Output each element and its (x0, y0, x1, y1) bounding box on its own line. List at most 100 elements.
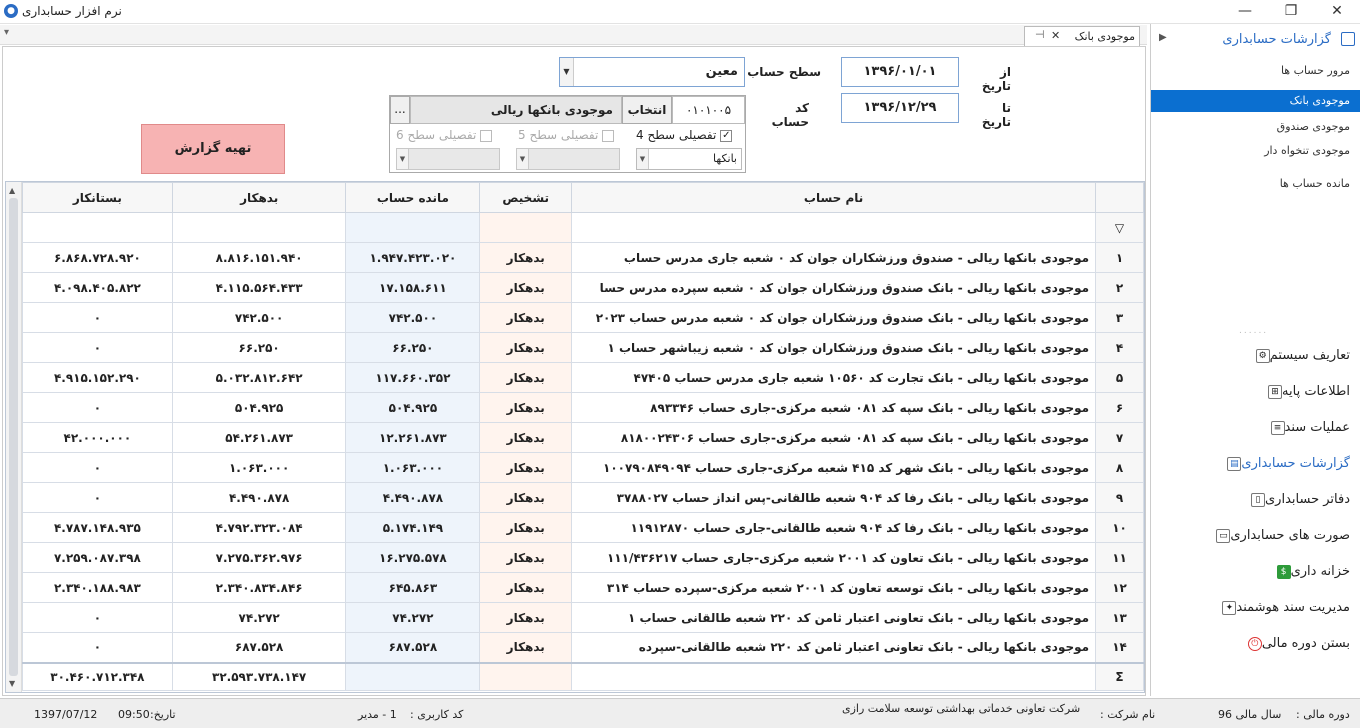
tab-list-dropdown-icon[interactable]: ▾ (4, 27, 9, 38)
sidebar-item-financial-statements[interactable]: صورت های حسابداری▭ (1150, 528, 1350, 552)
checkbox-empty-icon[interactable] (480, 129, 493, 142)
table-row[interactable]: ۷.۲۵۹.۰۸۷.۳۹۸ ۷.۲۷۵.۳۶۲.۹۷۶ ۱۶.۲۷۵.۵۷۸ بدهک… (22, 542, 1144, 573)
sidebar-item-account-remainders[interactable]: مانده حساب ها (1280, 177, 1350, 190)
cell-tashkhis: بدهکار (479, 452, 573, 483)
column-header-credit[interactable]: بستانکار (22, 182, 173, 213)
table-row[interactable]: ۰ ۵۰۴.۹۲۵ ۵۰۴.۹۲۵ بدهکار موجودی بانکها ریالی… (22, 392, 1144, 423)
detail-level-6-checkbox[interactable]: تفصیلی سطح 6 (396, 128, 493, 142)
detail-level-4-select[interactable]: ▼ بانکها (636, 148, 742, 170)
to-date-label: تا تاریخ (981, 101, 1011, 129)
column-header-balance[interactable]: مانده حساب (345, 182, 481, 213)
filter-cell-balance[interactable] (345, 212, 481, 243)
detail-level-4-checkbox[interactable]: ✓تفصیلی سطح 4 (636, 128, 733, 142)
chevron-down-icon[interactable]: ▼ (637, 149, 649, 169)
table-row[interactable]: ۰ ۷۴۲.۵۰۰ ۷۴۲.۵۰۰ بدهکار موجودی بانکها ریالی… (22, 302, 1144, 333)
tab-bank-balance[interactable]: ⊣ ✕ موجودی بانک (1024, 26, 1140, 46)
cell-debit: ۷۴۲.۵۰۰ (171, 302, 347, 333)
cell-index: ۳ (1095, 302, 1144, 333)
filter-cell-debit[interactable] (171, 212, 347, 243)
table-row[interactable]: ۲.۳۴۰.۱۸۸.۹۸۳ ۲.۳۴۰.۸۳۴.۸۴۶ ۶۴۵.۸۶۳ بدهکار م… (22, 572, 1144, 603)
browse-account-button[interactable]: ... (390, 96, 410, 124)
table-row[interactable]: ۴.۰۹۸.۴۰۵.۸۲۲ ۴.۱۱۵.۵۶۴.۴۳۳ ۱۷.۱۵۸.۶۱۱ بدهک… (22, 272, 1144, 303)
detail-level-5-checkbox[interactable]: تفصیلی سطح 5 (518, 128, 615, 142)
cell-balance: ۱۱۷.۶۶۰.۳۵۲ (345, 362, 481, 393)
table-row[interactable]: ۰ ۷۴.۲۷۲ ۷۴.۲۷۲ بدهکار موجودی بانکها ریالی -… (22, 602, 1144, 633)
minimize-button[interactable]: — (1222, 0, 1268, 24)
scroll-up-icon[interactable]: ▲ (9, 186, 15, 195)
filter-cell-name[interactable] (571, 212, 1097, 243)
money-icon: $ (1276, 564, 1291, 579)
total-credit: ۳۰.۴۶۰.۷۱۲.۳۴۸ (22, 661, 173, 691)
account-level-label: سطح حساب (747, 65, 821, 79)
sidebar-item-voucher-operations[interactable]: عملیات سند≡ (1150, 420, 1350, 444)
cell-index: ۱۴ (1095, 632, 1144, 663)
from-date-field[interactable]: ۱۳۹۶/۰۱/۰۱ (841, 57, 959, 87)
table-row[interactable]: ۰ ۶۸۷.۵۲۸ ۶۸۷.۵۲۸ بدهکار موجودی بانکها ریالی… (22, 632, 1144, 663)
sidebar-item-base-info[interactable]: اطلاعات پایه⊞ (1150, 384, 1350, 408)
generate-report-button[interactable]: تهیه گزارش (141, 124, 285, 174)
cell-balance: ۱۲.۲۶۱.۸۷۳ (345, 422, 481, 453)
cell-index: ۶ (1095, 392, 1144, 423)
grid-vertical-scrollbar[interactable]: ▲ ▼ (6, 182, 22, 692)
filter-cell-tashkhis[interactable] (479, 212, 573, 243)
sidebar-item-bank-balance[interactable]: موجودی بانک (1151, 90, 1360, 112)
detail-level-6-select[interactable]: ▼ (396, 148, 500, 170)
cell-credit: ۴.۰۹۸.۴۰۵.۸۲۲ (22, 272, 173, 303)
sidebar-item-treasury[interactable]: خزانه داری$ (1150, 564, 1350, 588)
sidebar-item-smart-voucher[interactable]: مدیریت سند هوشمند✦ (1150, 600, 1350, 624)
cell-tashkhis: بدهکار (479, 332, 573, 363)
filter-cell-credit[interactable] (22, 212, 173, 243)
to-date-field[interactable]: ۱۳۹۶/۱۲/۲۹ (841, 93, 959, 123)
total-debit: ۳۲.۵۹۳.۷۳۸.۱۴۷ (171, 661, 347, 691)
splitter-grip[interactable]: ...... (1239, 326, 1268, 336)
sidebar-item-accounting-reports[interactable]: گزارشات حسابداری▤ (1150, 456, 1350, 480)
table-row[interactable]: ۰ ۱.۰۶۳.۰۰۰ ۱.۰۶۳.۰۰۰ بدهکار موجودی بانکها ر… (22, 452, 1144, 483)
sidebar-item-close-period[interactable]: بستن دوره مالی⏻ (1150, 636, 1350, 660)
close-button[interactable]: ✕ (1314, 0, 1360, 24)
cell-balance: ۱.۹۴۷.۴۲۳.۰۲۰ (345, 242, 481, 273)
table-row[interactable]: ۴۲.۰۰۰.۰۰۰ ۵۴.۲۶۱.۸۷۳ ۱۲.۲۶۱.۸۷۳ بدهکار موجو… (22, 422, 1144, 453)
totals-row: ۳۰.۴۶۰.۷۱۲.۳۴۸ ۳۲.۵۹۳.۷۳۸.۱۴۷ Σ (22, 661, 1144, 691)
document-tab-strip: ▾ (0, 25, 1147, 45)
cell-credit: ۷.۲۵۹.۰۸۷.۳۹۸ (22, 542, 173, 573)
pin-icon[interactable]: ⊣ (1035, 28, 1045, 41)
cell-credit: ۶.۸۶۸.۷۲۸.۹۲۰ (22, 242, 173, 273)
cell-account-name: موجودی بانکها ریالی - بانک صندوق ورزشکار… (571, 332, 1097, 363)
scroll-thumb[interactable] (9, 198, 18, 676)
sidebar-item-accounting-books[interactable]: دفاتر حسابداری▯ (1150, 492, 1350, 516)
tab-close-icon[interactable]: ✕ (1051, 29, 1060, 42)
sidebar-label: مدیریت سند هوشمند (1236, 600, 1350, 615)
sidebar-item-account-review[interactable]: مرور حساب ها (1281, 64, 1350, 77)
cell-balance: ۵۰۴.۹۲۵ (345, 392, 481, 423)
detail-level-5-select[interactable]: ▼ (516, 148, 620, 170)
scroll-down-icon[interactable]: ▼ (9, 679, 15, 688)
sidebar-item-petty-cash-balance[interactable]: موجودی تنخواه دار (1264, 144, 1350, 157)
cell-index: ۸ (1095, 452, 1144, 483)
sidebar-header[interactable]: ▶ گزارشات حسابداری (1151, 24, 1360, 54)
cell-tashkhis: بدهکار (479, 602, 573, 633)
account-level-select[interactable]: ▼ معین (559, 57, 745, 87)
sidebar-item-cash-balance[interactable]: موجودی صندوق (1277, 120, 1350, 133)
chevron-down-icon[interactable]: ▼ (397, 149, 409, 169)
cell-account-name: موجودی بانکها ریالی - بانک رفا کد ۹۰۴ شع… (571, 482, 1097, 513)
column-header-tashkhis[interactable]: تشخیص (479, 182, 573, 213)
maximize-button[interactable]: ❐ (1268, 0, 1314, 24)
column-header-account-name[interactable]: نام حساب (571, 182, 1097, 213)
select-account-button[interactable]: انتخاب (622, 96, 672, 124)
checkbox-empty-icon[interactable] (602, 129, 615, 142)
table-row[interactable]: ۰ ۴.۴۹۰.۸۷۸ ۴.۴۹۰.۸۷۸ بدهکار موجودی بانکها ر… (22, 482, 1144, 513)
column-header-debit[interactable]: بدهکار (171, 182, 347, 213)
table-row[interactable]: ۴.۹۱۵.۱۵۲.۲۹۰ ۵.۰۳۲.۸۱۲.۶۴۲ ۱۱۷.۶۶۰.۳۵۲ بده… (22, 362, 1144, 393)
table-row[interactable]: ۰ ۶۶.۲۵۰ ۶۶.۲۵۰ بدهکار موجودی بانکها ریالی -… (22, 332, 1144, 363)
filter-icon[interactable]: ▽ (1095, 212, 1144, 243)
cell-tashkhis: بدهکار (479, 632, 573, 663)
checkbox-checked-icon[interactable]: ✓ (720, 129, 733, 142)
table-row[interactable]: ۴.۷۸۷.۱۴۸.۹۳۵ ۴.۷۹۲.۳۲۳.۰۸۴ ۵.۱۷۴.۱۴۹ بدهکا… (22, 512, 1144, 543)
expand-arrow-icon[interactable]: ▶ (1159, 32, 1167, 43)
cell-account-name: موجودی بانکها ریالی - بانک صندوق ورزشکار… (571, 302, 1097, 333)
account-code-field[interactable]: ۰۱۰۱۰۰۵ (672, 96, 745, 124)
chevron-down-icon[interactable]: ▼ (560, 58, 574, 86)
table-row[interactable]: ۶.۸۶۸.۷۲۸.۹۲۰ ۸.۸۱۶.۱۵۱.۹۴۰ ۱.۹۴۷.۴۲۳.۰۲۰ ب… (22, 242, 1144, 273)
chevron-down-icon[interactable]: ▼ (517, 149, 529, 169)
sidebar-item-system-definitions[interactable]: تعاریف سیستم⚙ (1150, 348, 1350, 372)
